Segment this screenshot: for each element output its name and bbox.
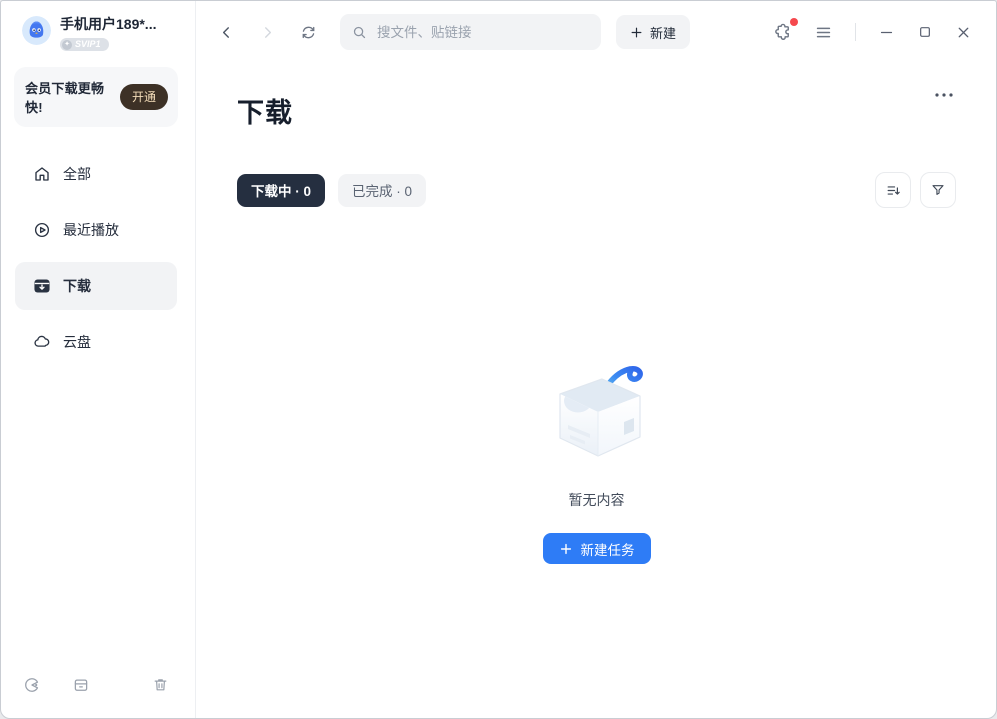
sidebar-item-label: 全部 [63, 166, 91, 182]
open-vip-button[interactable]: 开通 [119, 84, 168, 110]
toolbar-divider [855, 23, 856, 41]
refresh-button[interactable] [299, 23, 318, 42]
chevron-right-icon [259, 24, 276, 41]
minimize-icon [878, 24, 895, 41]
search-icon [352, 25, 367, 40]
archive-box-icon[interactable] [72, 676, 90, 694]
top-toolbar: 新建 [196, 1, 996, 63]
vip-level-badge: ✦ SVIP1 [60, 38, 109, 51]
user-avatar[interactable] [22, 16, 51, 45]
page-title: 下载 [237, 98, 293, 129]
new-task-button-label: 新建任务 [580, 542, 635, 558]
downloads-page: 下载 下载中 · 0 已完成 · 0 暂无内容 新建任务 [196, 63, 996, 718]
sidebar-nav: 全部 最近播放 下载 云盘 [1, 150, 195, 366]
tabs-row: 下载中 · 0 已完成 · 0 [237, 172, 956, 209]
empty-state: 暂无内容 新建任务 [237, 356, 956, 565]
filter-icon [930, 182, 946, 198]
close-icon [955, 24, 972, 41]
user-name: 手机用户189*... [60, 16, 157, 32]
refresh-icon [299, 23, 318, 42]
extensions-button[interactable] [773, 18, 798, 42]
page-header: 下载 [237, 79, 956, 147]
member-banner-text: 会员下载更畅快! [25, 81, 105, 115]
forward-button[interactable] [259, 24, 276, 41]
tab-completed[interactable]: 已完成 · 0 [338, 173, 427, 207]
sort-icon [885, 182, 902, 199]
download-box-icon [33, 277, 51, 295]
search-input[interactable] [375, 23, 589, 41]
puzzle-icon [773, 22, 793, 42]
trash-icon[interactable] [152, 676, 169, 694]
notification-dot [790, 18, 798, 26]
vip-gem-icon: ✦ [62, 39, 72, 50]
main-menu-button[interactable] [814, 23, 833, 42]
new-task-toolbar-button[interactable]: 新建 [616, 15, 691, 49]
app-window: 手机用户189*... ✦SVIP1 会员下载更畅快! 开通 全部 最近播放 [0, 0, 997, 719]
sidebar-item-label: 最近播放 [63, 222, 119, 238]
tab-downloading[interactable]: 下载中 · 0 [237, 173, 326, 207]
vip-badge-label: SVIP1 [75, 39, 101, 49]
close-button[interactable] [955, 24, 972, 41]
minimize-button[interactable] [878, 24, 895, 41]
member-banner: 会员下载更畅快! 开通 [14, 67, 178, 127]
sidebar-item-label: 云盘 [63, 334, 91, 350]
filter-button[interactable] [920, 172, 956, 209]
hamburger-menu-icon [814, 23, 833, 42]
chevron-left-icon [218, 24, 235, 41]
play-circle-icon [33, 221, 51, 239]
back-button[interactable] [218, 24, 235, 41]
search-box[interactable] [340, 14, 601, 50]
user-profile[interactable]: 手机用户189*... ✦ SVIP1 [22, 16, 183, 51]
sidebar-item-label: 下载 [63, 278, 91, 294]
sidebar-item-all[interactable]: 全部 [15, 150, 177, 198]
sidebar: 手机用户189*... ✦SVIP1 会员下载更畅快! 开通 全部 最近播放 [1, 1, 196, 718]
new-button-label: 新建 [650, 25, 677, 41]
more-icon [934, 91, 954, 99]
sidebar-footer [1, 660, 195, 718]
maximize-icon [917, 24, 933, 40]
empty-message: 暂无内容 [568, 492, 625, 509]
plus-icon [630, 26, 643, 39]
new-task-button[interactable]: 新建任务 [542, 533, 651, 565]
list-tools [875, 172, 956, 209]
plus-icon [559, 542, 573, 556]
more-options-button[interactable] [932, 89, 956, 101]
cleanup-icon[interactable] [23, 676, 41, 694]
sidebar-item-recent[interactable]: 最近播放 [15, 206, 177, 254]
sort-button[interactable] [875, 172, 911, 209]
cloud-icon [33, 333, 51, 351]
main-area: 新建 下载 [196, 1, 996, 718]
sidebar-item-cloud[interactable]: 云盘 [15, 318, 177, 366]
user-meta: 手机用户189*... ✦ SVIP1 [60, 16, 156, 51]
sidebar-item-downloads[interactable]: 下载 [15, 262, 177, 310]
home-icon [33, 165, 51, 183]
mascot-avatar-icon [22, 16, 51, 45]
maximize-button[interactable] [917, 24, 933, 40]
empty-box-illustration [536, 356, 658, 460]
